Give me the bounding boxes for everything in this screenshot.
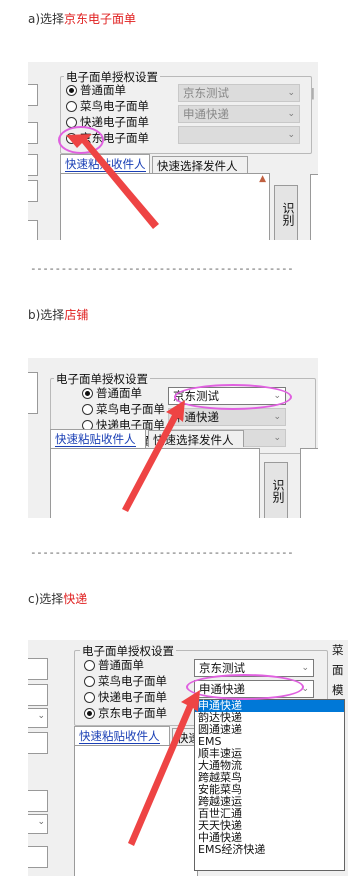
left-field-3[interactable]	[28, 154, 38, 176]
radio-icon	[84, 675, 95, 687]
radio-normal[interactable]: 普通面单	[82, 386, 142, 400]
recognize-button[interactable]: 识别	[274, 185, 298, 240]
express-select[interactable]: 申通快递 ⌄	[178, 105, 300, 123]
side-label-1: 菜	[332, 643, 344, 657]
radio-cainiao[interactable]: 菜鸟电子面单	[84, 674, 167, 688]
left-field-3[interactable]	[28, 732, 48, 754]
left-field-5[interactable]	[28, 846, 48, 868]
left-select[interactable]: ⌄	[28, 708, 48, 728]
radio-icon	[84, 691, 95, 703]
step-a-heading: a)选择京东电子面单	[28, 12, 137, 26]
chevron-down-icon: ⌄	[287, 130, 295, 140]
chevron-down-icon: ⌄	[287, 109, 295, 119]
tab-select-sender[interactable]: 快速选择发件人	[148, 430, 244, 447]
radio-cainiao[interactable]: 菜鸟电子面单	[82, 402, 165, 416]
express-select[interactable]: 申通快递 ⌄	[168, 408, 286, 426]
left-select-2[interactable]: ⌄	[28, 814, 48, 834]
recipient-textarea[interactable]	[74, 745, 198, 876]
radio-normal[interactable]: 普通面单	[66, 83, 126, 97]
recipient-textarea[interactable]: ▲	[60, 173, 270, 240]
chevron-down-icon: ⌄	[273, 412, 281, 422]
radio-express[interactable]: 快递电子面单	[84, 690, 167, 704]
step-c-heading: c)选择快递	[28, 592, 88, 606]
separator-1: ----------------------------------------…	[30, 262, 294, 275]
left-field-1[interactable]	[28, 372, 38, 414]
side-label-2: 面	[332, 663, 344, 677]
express-dropdown-list[interactable]: 申通快递 韵达快递 圆通速递 EMS 顺丰速运 大通物流 跨越菜鸟 安能菜鸟 跨…	[194, 699, 345, 871]
left-field-5[interactable]	[28, 220, 38, 240]
left-field-4[interactable]	[28, 790, 48, 812]
radio-jd[interactable]: 京东电子面单	[84, 706, 167, 720]
chevron-down-icon: ⌄	[301, 663, 309, 673]
left-field-1[interactable]	[28, 658, 48, 680]
scroll-up-icon: ▲	[259, 174, 266, 184]
recognize-button[interactable]: 识别	[264, 462, 288, 518]
radio-icon	[66, 84, 77, 96]
left-field-2[interactable]	[28, 122, 38, 144]
screenshot-b: 电子面单授权设置 普通面单 菜鸟电子面单 快递电子面单 京东电子面单 京东测试⌄…	[28, 358, 318, 518]
tab-paste-recipient[interactable]: 快速粘贴收件人	[50, 429, 146, 448]
radio-icon	[82, 403, 93, 415]
radio-icon	[66, 100, 77, 112]
shop-select[interactable]: 京东测试 ⌄	[178, 84, 300, 102]
tab-paste-recipient[interactable]: 快速粘贴收件人	[60, 154, 150, 173]
chevron-down-icon: ⌄	[37, 817, 45, 827]
radio-cainiao[interactable]: 菜鸟电子面单	[66, 99, 149, 113]
side-bracket: |	[311, 86, 315, 100]
right-panel-edge	[310, 174, 318, 240]
radio-normal[interactable]: 普通面单	[84, 658, 144, 672]
left-field-2[interactable]	[28, 684, 48, 706]
highlight-shop-select	[174, 384, 292, 410]
extra-select[interactable]: ⌄	[178, 126, 300, 144]
recipient-textarea[interactable]	[50, 448, 260, 518]
chevron-down-icon: ⌄	[37, 711, 45, 721]
highlight-jd-option	[58, 126, 104, 154]
tab-paste-recipient[interactable]: 快速粘贴收件人	[74, 726, 170, 745]
side-label-3: 模	[332, 683, 344, 697]
radio-icon	[84, 707, 95, 719]
highlight-express-select	[186, 674, 304, 700]
chevron-down-icon: ⌄	[273, 433, 281, 443]
chevron-down-icon: ⌄	[287, 88, 295, 98]
right-panel-edge	[300, 448, 318, 518]
separator-2: ----------------------------------------…	[30, 546, 294, 559]
left-field-1[interactable]	[28, 84, 38, 106]
radio-icon	[82, 387, 93, 399]
express-option[interactable]: EMS经济快递	[195, 844, 344, 856]
radio-icon	[84, 659, 95, 671]
tab-select-sender[interactable]: 快速选择发件人	[152, 156, 248, 173]
left-field-4[interactable]	[28, 180, 38, 202]
step-b-heading: b)选择店铺	[28, 308, 89, 322]
